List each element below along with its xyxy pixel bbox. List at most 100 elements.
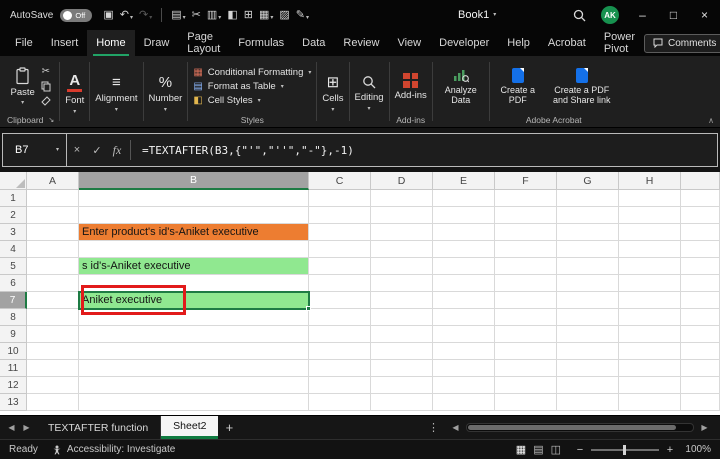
row-header-2[interactable]: 2 [0,207,27,224]
cell-a2[interactable] [27,207,79,224]
cell-g9[interactable] [557,326,619,343]
cell-h5[interactable] [619,258,681,275]
scroll-left-icon[interactable]: ◀ [448,423,463,432]
zoom-out-button[interactable]: − [575,444,585,456]
cell-f2[interactable] [495,207,557,224]
cell-c9[interactable] [309,326,371,343]
cell-partial[interactable] [681,377,720,394]
cell-e10[interactable] [433,343,495,360]
row-header-9[interactable]: 9 [0,326,27,343]
cell-a7[interactable] [27,292,79,309]
cell-d12[interactable] [371,377,433,394]
search-icon[interactable] [565,9,593,22]
cell-g5[interactable] [557,258,619,275]
column-header-e[interactable]: E [433,172,495,190]
mail-icon[interactable]: ▥▾ [207,10,221,21]
cell-partial[interactable] [681,394,720,411]
cell-b12[interactable] [79,377,309,394]
cell-c3[interactable] [309,224,371,241]
cell-partial[interactable] [681,190,720,207]
cell-f8[interactable] [495,309,557,326]
cell-f6[interactable] [495,275,557,292]
cell-a9[interactable] [27,326,79,343]
format-painter-icon[interactable] [41,96,51,106]
cell-e11[interactable] [433,360,495,377]
cell-c1[interactable] [309,190,371,207]
cell-e7[interactable] [433,292,495,309]
menu-tab-review[interactable]: Review [334,30,388,56]
create-pdf-share-button[interactable]: Create a PDF and Share link [551,68,613,106]
cell-g4[interactable] [557,241,619,258]
cut-icon[interactable]: ✂ [42,67,50,77]
cell-partial[interactable] [681,241,720,258]
row-header-10[interactable]: 10 [0,343,27,360]
cell-g1[interactable] [557,190,619,207]
fill-handle[interactable] [306,306,311,311]
cell-partial[interactable] [681,275,720,292]
sheet-nav-left-icon[interactable]: ◀ [4,423,19,432]
cell-d2[interactable] [371,207,433,224]
menu-tab-power-pivot[interactable]: Power Pivot [595,30,644,56]
cell-e6[interactable] [433,275,495,292]
cell-d6[interactable] [371,275,433,292]
save-icon[interactable]: ▣ [103,10,113,21]
menu-tab-home[interactable]: Home [87,30,134,56]
cell-b3[interactable]: Enter product's id's-Aniket executive [79,224,309,241]
cell-b4[interactable] [79,241,309,258]
cell-g3[interactable] [557,224,619,241]
column-header-g[interactable]: G [557,172,619,190]
cell-d3[interactable] [371,224,433,241]
cell-c8[interactable] [309,309,371,326]
cell-e9[interactable] [433,326,495,343]
cell-d10[interactable] [371,343,433,360]
cell-a4[interactable] [27,241,79,258]
alignment-group-button[interactable]: ≡ Alignment ▾ [95,60,137,127]
row-header-1[interactable]: 1 [0,190,27,207]
cell-a12[interactable] [27,377,79,394]
number-group-button[interactable]: % Number ▾ [149,60,183,127]
cell-g13[interactable] [557,394,619,411]
cell-g6[interactable] [557,275,619,292]
page-layout-view-icon[interactable]: ▤ [533,443,543,456]
zoom-in-button[interactable]: + [665,444,675,456]
menu-tab-acrobat[interactable]: Acrobat [539,30,595,56]
cell-d1[interactable] [371,190,433,207]
cell-h10[interactable] [619,343,681,360]
cell-f10[interactable] [495,343,557,360]
menu-tab-formulas[interactable]: Formulas [229,30,293,56]
create-pdf-button[interactable]: Create a PDF [495,68,541,106]
editing-group-button[interactable]: Editing ▾ [355,60,384,127]
insert-function-button[interactable]: fx [107,143,127,158]
cell-d9[interactable] [371,326,433,343]
cell-partial[interactable] [681,292,720,309]
cell-b6[interactable] [79,275,309,292]
cell-d8[interactable] [371,309,433,326]
new-sheet-button[interactable]: + [218,420,240,435]
borders-icon[interactable]: ⊞ [244,10,253,21]
clipboard-icon[interactable]: ▤▾ [171,10,185,21]
cell-h1[interactable] [619,190,681,207]
cell-h3[interactable] [619,224,681,241]
formula-input[interactable]: =TEXTAFTER(B3,{"'","''","-"},-1) [142,144,717,157]
row-header-11[interactable]: 11 [0,360,27,377]
cell-g2[interactable] [557,207,619,224]
cell-d11[interactable] [371,360,433,377]
fill-color-icon[interactable]: ◧ [227,10,237,21]
cell-h13[interactable] [619,394,681,411]
cell-partial[interactable] [681,360,720,377]
cell-a10[interactable] [27,343,79,360]
minimize-button[interactable]: – [627,0,658,30]
cancel-button[interactable]: × [67,144,87,156]
cell-c11[interactable] [309,360,371,377]
enter-button[interactable]: ✓ [87,144,107,157]
cell-f13[interactable] [495,394,557,411]
cell-b1[interactable] [79,190,309,207]
scroll-right-icon[interactable]: ▶ [697,423,712,432]
cell-b10[interactable] [79,343,309,360]
cells-group-button[interactable]: ⊞ Cells ▾ [322,60,343,127]
cell-partial[interactable] [681,309,720,326]
zoom-slider-thumb[interactable] [623,445,626,455]
cell-partial[interactable] [681,343,720,360]
cell-a5[interactable] [27,258,79,275]
cell-partial[interactable] [681,224,720,241]
